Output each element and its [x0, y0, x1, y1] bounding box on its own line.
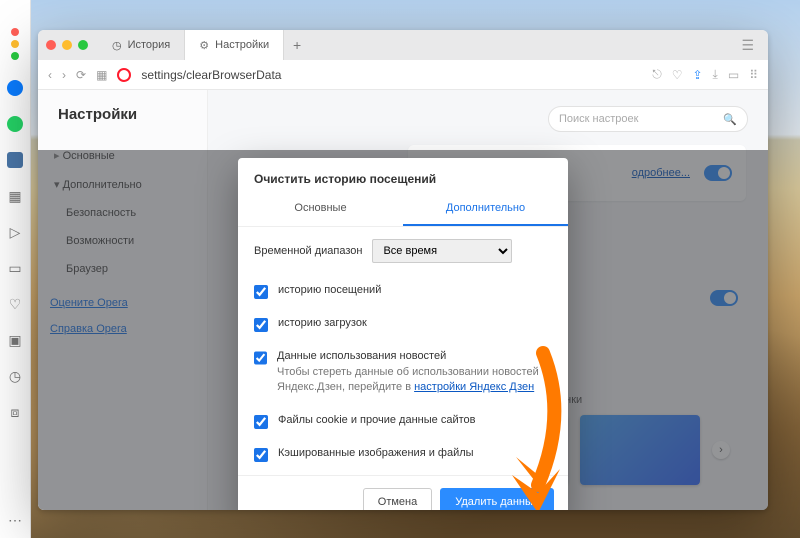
messenger-icon[interactable]: [7, 80, 23, 96]
time-range-select[interactable]: Все время: [372, 239, 512, 263]
window-controls[interactable]: [46, 40, 88, 50]
settings-search[interactable]: Поиск настроек 🔍: [548, 106, 748, 132]
page-title: Настройки: [50, 106, 195, 123]
history-icon[interactable]: ◷: [7, 368, 23, 384]
tab-label: Настройки: [215, 39, 269, 51]
checkbox[interactable]: [254, 415, 268, 429]
dialog-tab-advanced[interactable]: Дополнительно: [403, 192, 568, 226]
cancel-button[interactable]: Отмена: [363, 488, 432, 510]
cube-icon[interactable]: ⧈: [7, 404, 23, 420]
checkbox[interactable]: [254, 285, 268, 299]
bookmark-icon[interactable]: ▭: [7, 260, 23, 276]
tab-bar: ◷ История ⚙ Настройки + ☰: [38, 30, 768, 60]
send-icon[interactable]: ▷: [7, 224, 23, 240]
speeddial-icon[interactable]: ▦: [7, 188, 23, 204]
back-icon[interactable]: ‹: [48, 68, 52, 82]
forward-icon[interactable]: ›: [62, 68, 66, 82]
tab-history[interactable]: ◷ История: [98, 30, 185, 60]
tab-settings[interactable]: ⚙ Настройки: [185, 30, 284, 60]
browser-window: ◷ История ⚙ Настройки + ☰ ‹ › ⟳ ▦ settin…: [38, 30, 768, 510]
dialog-title: Очистить историю посещений: [238, 158, 568, 192]
checkbox[interactable]: [254, 351, 267, 365]
search-icon: 🔍: [723, 113, 737, 126]
time-range-label: Временной диапазон: [254, 245, 362, 257]
search-placeholder: Поиск настроек: [559, 113, 638, 125]
check-cache[interactable]: Кэшированные изображения и файлы: [254, 438, 552, 471]
tab-label: История: [128, 39, 171, 51]
heart-icon[interactable]: ♡: [7, 296, 23, 312]
menu-icon[interactable]: ⠿: [749, 68, 758, 82]
delete-data-button[interactable]: Удалить данные: [440, 488, 554, 510]
tab-menu-icon[interactable]: ☰: [741, 37, 760, 54]
gear-icon: ⚙: [199, 39, 209, 52]
reload-icon[interactable]: ⟳: [76, 68, 86, 82]
zen-settings-link[interactable]: настройки Яндекс Дзен: [414, 381, 534, 393]
check-download-history[interactable]: историю загрузок: [254, 308, 552, 341]
battery-icon[interactable]: ▭: [728, 68, 739, 82]
camera-icon[interactable]: ⎋: [652, 67, 662, 82]
check-news-data[interactable]: Данные использования новостей Чтобы стер…: [254, 341, 552, 405]
more-icon[interactable]: ⋯: [7, 512, 23, 528]
clear-data-dialog: Очистить историю посещений Основные Допо…: [238, 158, 568, 510]
vk-icon[interactable]: [7, 152, 23, 168]
checkbox[interactable]: [254, 318, 268, 332]
new-tab-button[interactable]: +: [284, 37, 310, 53]
share-icon[interactable]: ⇪: [692, 68, 702, 82]
speeddial-button-icon[interactable]: ▦: [96, 68, 107, 82]
news-icon[interactable]: ▣: [7, 332, 23, 348]
dialog-tab-basic[interactable]: Основные: [238, 192, 403, 226]
download-icon[interactable]: ⤓: [713, 67, 718, 82]
check-browsing-history[interactable]: историю посещений: [254, 275, 552, 308]
os-dock: ▦ ▷ ▭ ♡ ▣ ◷ ⧈ ⋯: [0, 0, 31, 538]
check-cookies[interactable]: Файлы cookie и прочие данные сайтов: [254, 405, 552, 438]
opera-logo-icon: [117, 68, 131, 82]
page-content: Настройки Основные Дополнительно Безопас…: [38, 90, 768, 510]
url-text[interactable]: settings/clearBrowserData: [141, 68, 281, 82]
clock-icon: ◷: [112, 39, 122, 52]
dialog-tabs: Основные Дополнительно: [238, 192, 568, 227]
menu-dots-icon[interactable]: [11, 28, 19, 60]
address-bar: ‹ › ⟳ ▦ settings/clearBrowserData ⎋ ♡ ⇪ …: [38, 60, 768, 90]
checkbox[interactable]: [254, 448, 268, 462]
heart-outline-icon[interactable]: ♡: [672, 68, 683, 82]
whatsapp-icon[interactable]: [7, 116, 23, 132]
